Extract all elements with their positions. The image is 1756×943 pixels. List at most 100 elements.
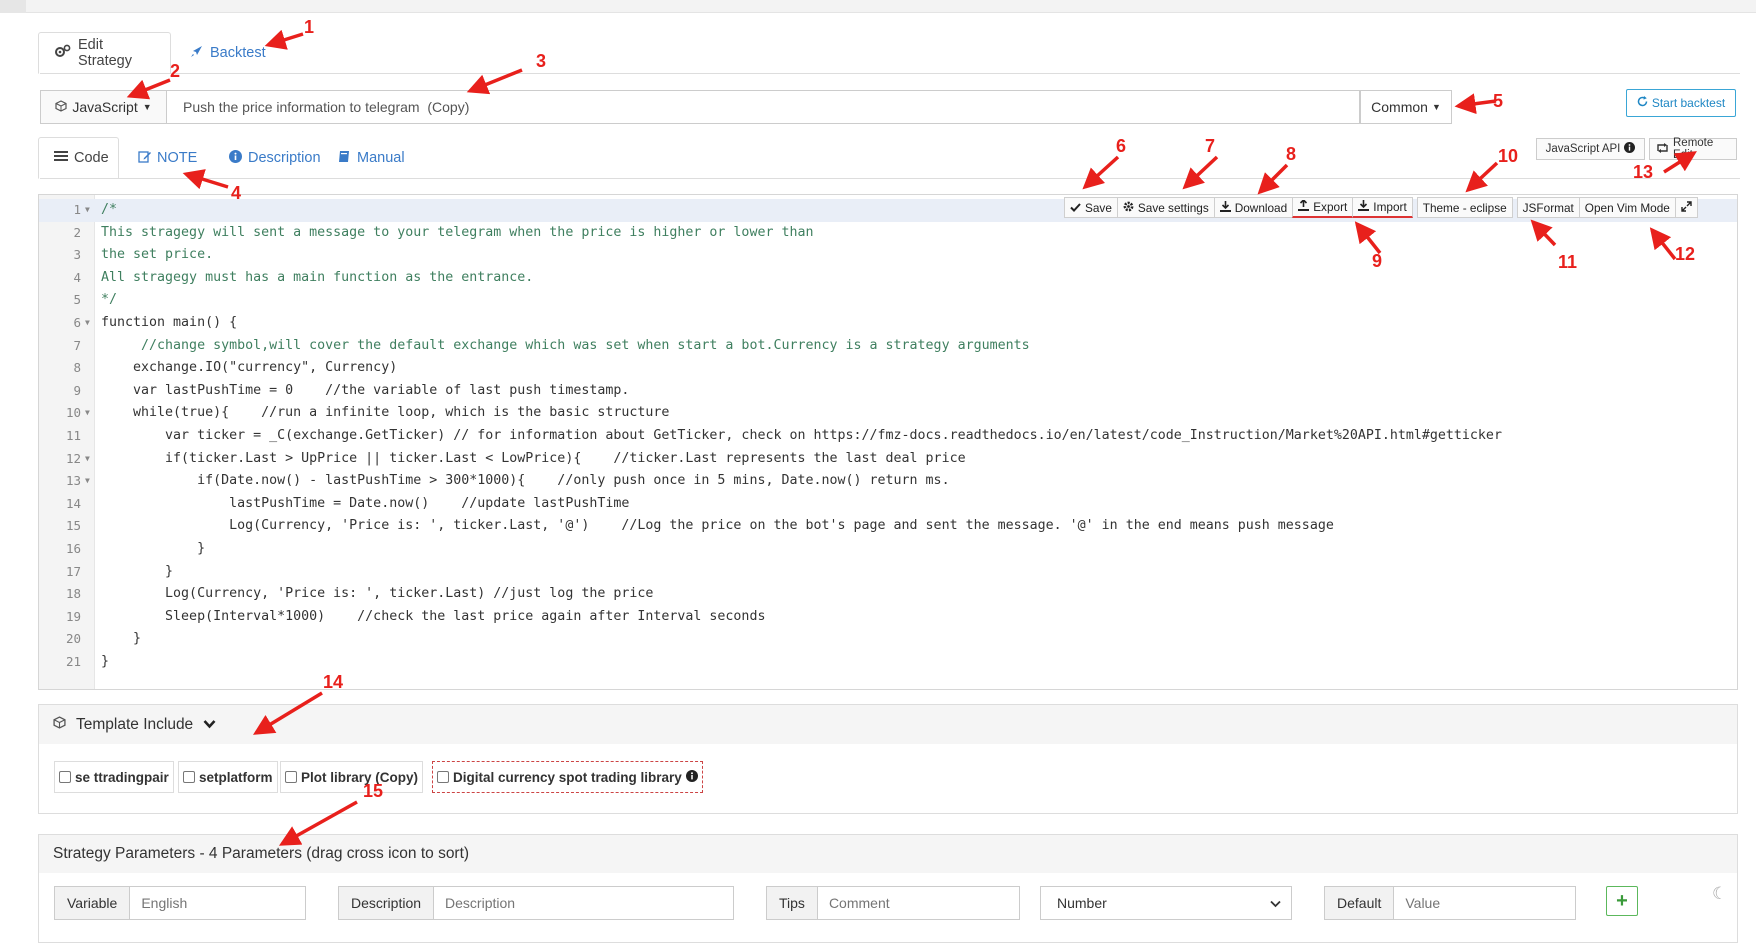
tab-description-label: Description bbox=[248, 150, 321, 166]
save-button[interactable]: Save bbox=[1064, 197, 1118, 218]
checkbox[interactable] bbox=[437, 771, 449, 783]
moon-icon[interactable]: ☾ bbox=[1712, 884, 1727, 904]
code-line[interactable]: 5 */ bbox=[39, 289, 1737, 312]
export-label: Export bbox=[1313, 200, 1348, 214]
refresh-icon bbox=[1637, 96, 1648, 110]
start-backtest-label: Start backtest bbox=[1651, 96, 1726, 110]
code-text: var lastPushTime = 0 //the variable of l… bbox=[101, 382, 630, 398]
tab-note[interactable]: NOTE bbox=[123, 137, 213, 179]
add-parameter-button[interactable]: + bbox=[1606, 886, 1638, 916]
description-input[interactable] bbox=[434, 887, 733, 919]
code-line[interactable]: 9 var lastPushTime = 0 //the variable of… bbox=[39, 380, 1737, 403]
annotation-number-10: 10 bbox=[1498, 146, 1519, 166]
template-item-label: Digital currency spot trading library bbox=[453, 769, 682, 785]
annotation-arrow-7 bbox=[1182, 155, 1219, 190]
code-text: if(ticker.Last > UpPrice || ticker.Last … bbox=[101, 450, 966, 466]
annotation-arrow-5 bbox=[1454, 93, 1497, 115]
code-text: Sleep(Interval*1000) //check the last pr… bbox=[101, 608, 766, 624]
annotation-number-1: 1 bbox=[304, 17, 315, 37]
code-text: if(Date.now() - lastPushTime > 300*1000)… bbox=[101, 473, 950, 489]
line-number: 5 bbox=[73, 292, 81, 308]
start-backtest-button[interactable]: Start backtest bbox=[1626, 89, 1736, 117]
import-button[interactable]: Import bbox=[1352, 197, 1413, 218]
annotation-number-9: 9 bbox=[1372, 251, 1383, 271]
remote-edit-button[interactable]: Remote Edit bbox=[1649, 137, 1737, 161]
language-label: JavaScript bbox=[72, 99, 138, 115]
code-line[interactable]: 3 the set price. bbox=[39, 244, 1737, 267]
language-dropdown[interactable]: JavaScript ▼ bbox=[40, 90, 166, 124]
default-input[interactable] bbox=[1394, 887, 1598, 919]
template-item-setplatform[interactable]: setplatform bbox=[178, 761, 278, 793]
tab-edit-strategy[interactable]: Edit Strategy bbox=[38, 32, 171, 74]
info-icon bbox=[229, 149, 242, 167]
vim-mode-button[interactable]: Open Vim Mode bbox=[1578, 197, 1676, 218]
download-icon bbox=[1219, 200, 1231, 215]
code-line[interactable]: 16 } bbox=[39, 538, 1737, 561]
fold-arrow-icon[interactable]: ▼ bbox=[85, 199, 90, 222]
line-number: 10 bbox=[65, 405, 81, 421]
default-input-group: Default bbox=[1324, 886, 1598, 920]
code-line[interactable]: 18 Log(Currency, 'Price is: ', ticker.La… bbox=[39, 583, 1737, 606]
code-line[interactable]: 8 exchange.IO("currency", Currency) bbox=[39, 357, 1737, 380]
jsformat-button[interactable]: JSFormat bbox=[1516, 197, 1580, 218]
theme-button[interactable]: Theme - eclipse bbox=[1416, 197, 1513, 218]
tab-manual[interactable]: Manual bbox=[323, 137, 415, 179]
template-item-se-ttradingpair[interactable]: se ttradingpair bbox=[54, 761, 174, 793]
tips-input[interactable] bbox=[817, 887, 1021, 919]
fold-arrow-icon[interactable]: ▼ bbox=[85, 402, 90, 425]
template-item-digital-currency-spot-trading-library[interactable]: Digital currency spot trading library bbox=[432, 761, 703, 793]
tips-input-group: Tips bbox=[766, 886, 1021, 920]
code-line[interactable]: 6 ▼ function main() { bbox=[39, 312, 1737, 335]
jsformat-label: JSFormat bbox=[1522, 200, 1574, 215]
template-item-plot-library[interactable]: Plot library (Copy) bbox=[280, 761, 424, 793]
gear-icon bbox=[1123, 201, 1134, 215]
tab-code[interactable]: Code bbox=[38, 137, 119, 179]
fold-arrow-icon[interactable]: ▼ bbox=[85, 448, 90, 471]
javascript-api-button[interactable]: JavaScript API bbox=[1536, 138, 1645, 160]
caret-down-icon: ▼ bbox=[1431, 102, 1441, 112]
tips-addon: Tips bbox=[767, 887, 818, 919]
checkbox[interactable] bbox=[183, 771, 195, 783]
fold-arrow-icon[interactable]: ▼ bbox=[85, 470, 90, 493]
code-line[interactable]: 19 Sleep(Interval*1000) //check the last… bbox=[39, 606, 1737, 629]
code-line[interactable]: 11 var ticker = _C(exchange.GetTicker) /… bbox=[39, 425, 1737, 448]
code-line[interactable]: 12 ▼ if(ticker.Last > UpPrice || ticker.L… bbox=[39, 448, 1737, 471]
line-number: 3 bbox=[73, 247, 81, 263]
checkbox[interactable] bbox=[59, 771, 71, 783]
export-button[interactable]: Export bbox=[1292, 197, 1354, 218]
download-button[interactable]: Download bbox=[1213, 197, 1294, 218]
line-number: 6 bbox=[73, 314, 81, 330]
code-text: Log(Currency, 'Price is: ', ticker.Last,… bbox=[101, 518, 1334, 534]
variable-input[interactable] bbox=[130, 887, 334, 919]
fold-arrow-icon[interactable]: ▼ bbox=[85, 312, 90, 335]
code-line[interactable]: 7 //change symbol,will cover the default… bbox=[39, 335, 1737, 358]
line-number: 4 bbox=[73, 269, 81, 285]
code-line[interactable]: 20 } bbox=[39, 628, 1737, 651]
code-line[interactable]: 14 lastPushTime = Date.now() //update la… bbox=[39, 493, 1737, 516]
tab-description[interactable]: Description bbox=[214, 137, 323, 179]
category-dropdown[interactable]: Common ▼ bbox=[1360, 90, 1452, 124]
chevron-down-icon bbox=[1270, 895, 1281, 911]
code-line[interactable]: 10 ▼ while(true){ //run a infinite loop, … bbox=[39, 402, 1737, 425]
code-line[interactable]: 2 This stragegy will sent a message to yo… bbox=[39, 222, 1737, 245]
code-line[interactable]: 21} bbox=[39, 651, 1737, 674]
info-circle-icon bbox=[685, 769, 698, 785]
checkbox[interactable] bbox=[285, 771, 297, 783]
template-item-label: Plot library (Copy) bbox=[301, 769, 419, 785]
plus-icon: + bbox=[1616, 889, 1628, 912]
parameter-type-select[interactable]: Number bbox=[1040, 886, 1292, 920]
tab-backtest[interactable]: Backtest bbox=[174, 32, 282, 74]
save-settings-button[interactable]: Save settings bbox=[1116, 197, 1215, 218]
template-include-header[interactable]: Template Include bbox=[38, 704, 1738, 745]
code-editor[interactable]: 1 ▼ /* 2 This stragegy will sent a message t… bbox=[38, 194, 1738, 690]
parameter-type-value: Number bbox=[1057, 895, 1107, 911]
code-line[interactable]: 15 Log(Currency, 'Price is: ', ticker.La… bbox=[39, 515, 1737, 538]
list-icon bbox=[54, 150, 68, 166]
code-line[interactable]: 17 } bbox=[39, 561, 1737, 584]
code-line[interactable]: 13 ▼ if(Date.now() - lastPushTime > 300*1… bbox=[39, 470, 1737, 493]
fullscreen-button[interactable] bbox=[1674, 197, 1698, 218]
code-text: //change symbol,will cover the default e… bbox=[101, 337, 1030, 353]
code-line[interactable]: 4 All stragegy must has a main function a… bbox=[39, 267, 1737, 290]
caret-down-icon: ▼ bbox=[142, 102, 152, 112]
strategy-name-input[interactable] bbox=[166, 90, 1360, 124]
